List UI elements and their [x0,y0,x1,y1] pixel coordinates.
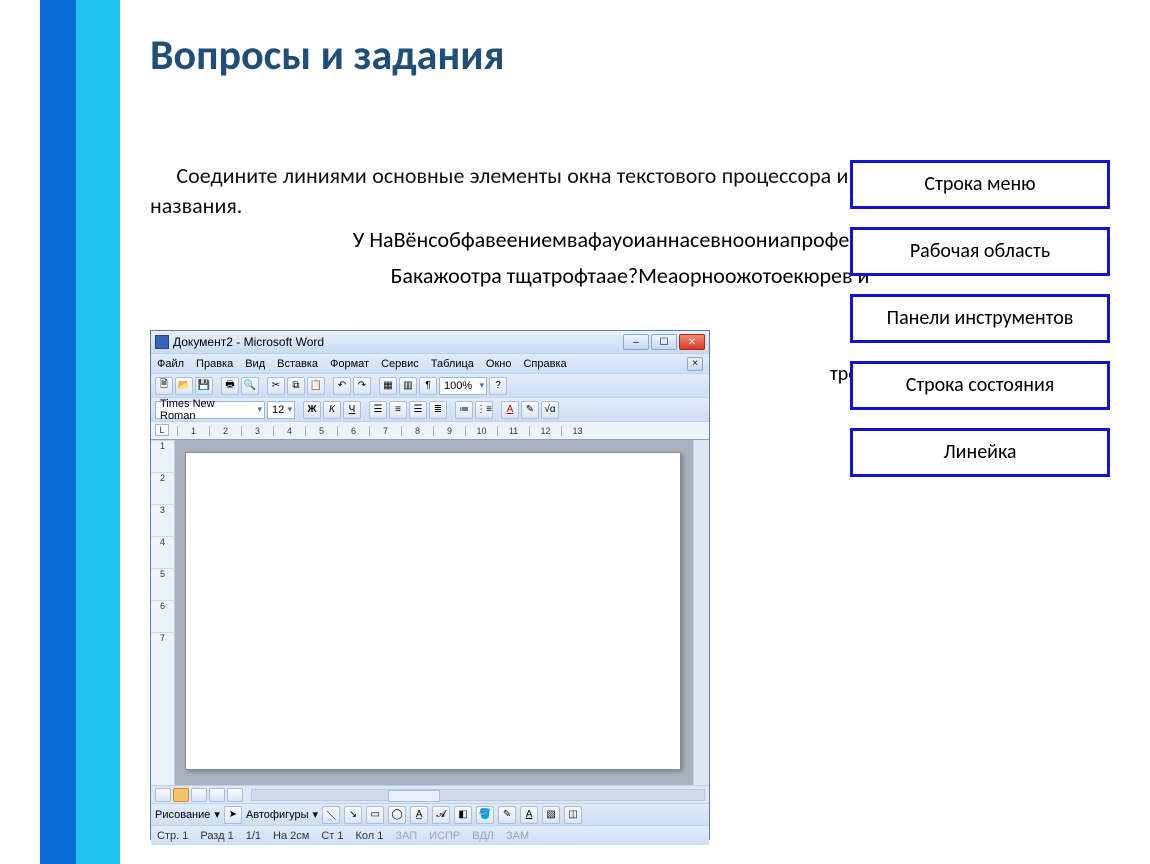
ruler-tab-left[interactable]: L [155,424,169,436]
drawing-toolbar[interactable]: Рисование▾ ➤ Автофигуры▾ ＼ ↘ ▭ ◯ A̲ 𝓐 ◧ … [151,803,709,825]
autoshapes-label[interactable]: Автофигуры [246,809,309,821]
titlebar: Документ2 - Microsoft Word – ☐ ✕ [151,331,709,353]
drawing-label[interactable]: Рисование [155,809,210,821]
status-bar: Стр. 1 Разд 1 1/1 На 2см Ст 1 Кол 1 ЗАП … [151,825,709,845]
numbered-list-icon[interactable]: ≔ [455,401,473,419]
wordart-icon[interactable]: 𝓐 [432,806,450,824]
font-size-combo[interactable]: 12 [267,401,295,419]
menu-bar[interactable]: Файл Правка Вид Вставка Формат Сервис Та… [151,353,709,373]
formatting-toolbar[interactable]: Times New Roman 12 Ж К Ч ☰ ≡ ☰ ≣ ≔ ⋮≡ A … [151,397,709,421]
status-pages: 1/1 [246,830,261,842]
paragraph-icon[interactable]: ¶ [419,377,437,395]
label-status-bar[interactable]: Строка состояния [850,361,1110,410]
status-page: Стр. 1 [157,830,188,842]
fill-color-icon[interactable]: 🪣 [476,806,494,824]
status-section: Разд 1 [200,830,233,842]
menu-edit[interactable]: Правка [196,358,233,370]
cut-icon[interactable]: ✂ [267,377,285,395]
align-left-icon[interactable]: ☰ [369,401,387,419]
view-outline-icon[interactable] [191,788,207,802]
bulleted-list-icon[interactable]: ⋮≡ [475,401,493,419]
save-icon[interactable]: 💾 [195,377,213,395]
menu-view[interactable]: Вид [245,358,265,370]
view-normal-icon[interactable] [155,788,171,802]
status-line: Ст 1 [321,830,343,842]
help-icon[interactable]: ? [489,377,507,395]
view-reading-icon[interactable] [227,788,243,802]
close-button[interactable]: ✕ [679,334,705,350]
menu-format[interactable]: Формат [330,358,369,370]
highlight-icon[interactable]: ✎ [521,401,539,419]
doc-close-button[interactable]: × [687,357,703,371]
status-flag-ext: ВДЛ [472,830,494,842]
preview-icon[interactable]: 🔍 [241,377,259,395]
status-flag-ovr: ЗАМ [506,830,529,842]
view-layout-icon[interactable] [173,788,189,802]
menu-file[interactable]: Файл [157,358,184,370]
side-accent-band [40,0,120,864]
align-center-icon[interactable]: ≡ [389,401,407,419]
line-color-icon[interactable]: ✎ [498,806,516,824]
arrow-icon[interactable]: ↘ [344,806,362,824]
new-icon[interactable]: 🗎 [155,377,173,395]
window-controls: – ☐ ✕ [623,334,705,350]
standard-toolbar[interactable]: 🗎 📂 💾 🖶 🔍 ✂ ⧉ 📋 ↶ ↷ ▦ ▥ ¶ 100% ? [151,373,709,397]
italic-icon[interactable]: К [323,401,341,419]
rect-icon[interactable]: ▭ [366,806,384,824]
label-toolbars[interactable]: Панели инструментов [850,294,1110,343]
redo-icon[interactable]: ↷ [353,377,371,395]
label-work-area[interactable]: Рабочая область [850,227,1110,276]
undo-icon[interactable]: ↶ [333,377,351,395]
view-web-icon[interactable] [209,788,225,802]
horizontal-ruler[interactable]: L 1 2 3 4 5 6 7 8 9 10 11 12 13 [151,421,709,439]
status-flag-trk: ИСПР [429,830,460,842]
zoom-combo[interactable]: 100% [439,377,487,395]
editing-area: 1 2 3 4 5 6 7 [151,439,709,785]
3d-icon[interactable]: ◫ [564,806,582,824]
window-title: Документ2 - Microsoft Word [173,335,619,349]
font-color2-icon[interactable]: A [520,806,538,824]
status-flag-rec: ЗАП [395,830,417,842]
table-icon[interactable]: ▦ [379,377,397,395]
document-page[interactable] [185,452,681,770]
menu-tools[interactable]: Сервис [381,358,419,370]
columns-icon[interactable]: ▥ [399,377,417,395]
page-title: Вопросы и задания [150,30,1110,81]
align-justify-icon[interactable]: ≣ [429,401,447,419]
paste-icon[interactable]: 📋 [307,377,325,395]
select-icon[interactable]: ➤ [224,806,242,824]
shadow-icon[interactable]: ▧ [542,806,560,824]
status-col: Кол 1 [355,830,383,842]
font-color-icon[interactable]: A [501,401,519,419]
labels-column: Строка меню Рабочая область Панели инстр… [850,160,1110,477]
underline-icon[interactable]: Ч [343,401,361,419]
label-ruler[interactable]: Линейка [850,428,1110,477]
line-icon[interactable]: ＼ [322,806,340,824]
align-right-icon[interactable]: ☰ [409,401,427,419]
vertical-scrollbar[interactable] [693,440,709,785]
status-at: На 2см [273,830,309,842]
label-menu-bar[interactable]: Строка меню [850,160,1110,209]
minimize-button[interactable]: – [623,334,649,350]
bold-icon[interactable]: Ж [303,401,321,419]
open-icon[interactable]: 📂 [175,377,193,395]
equation-icon[interactable]: √α [541,401,559,419]
print-icon[interactable]: 🖶 [221,377,239,395]
word-window: Документ2 - Microsoft Word – ☐ ✕ Файл Пр… [150,330,710,840]
menu-help[interactable]: Справка [523,358,566,370]
menu-window[interactable]: Окно [486,358,512,370]
textbox-icon[interactable]: A̲ [410,806,428,824]
copy-icon[interactable]: ⧉ [287,377,305,395]
vertical-ruler[interactable]: 1 2 3 4 5 6 7 [151,440,175,785]
menu-insert[interactable]: Вставка [277,358,318,370]
view-bar [151,785,709,803]
slide-content: Вопросы и задания Соедините линиями осно… [150,30,1110,330]
horizontal-scrollbar[interactable] [251,789,705,801]
font-name-combo[interactable]: Times New Roman [155,401,265,419]
menu-table[interactable]: Таблица [431,358,474,370]
word-icon [155,335,169,349]
diagram-icon[interactable]: ◧ [454,806,472,824]
oval-icon[interactable]: ◯ [388,806,406,824]
maximize-button[interactable]: ☐ [651,334,677,350]
